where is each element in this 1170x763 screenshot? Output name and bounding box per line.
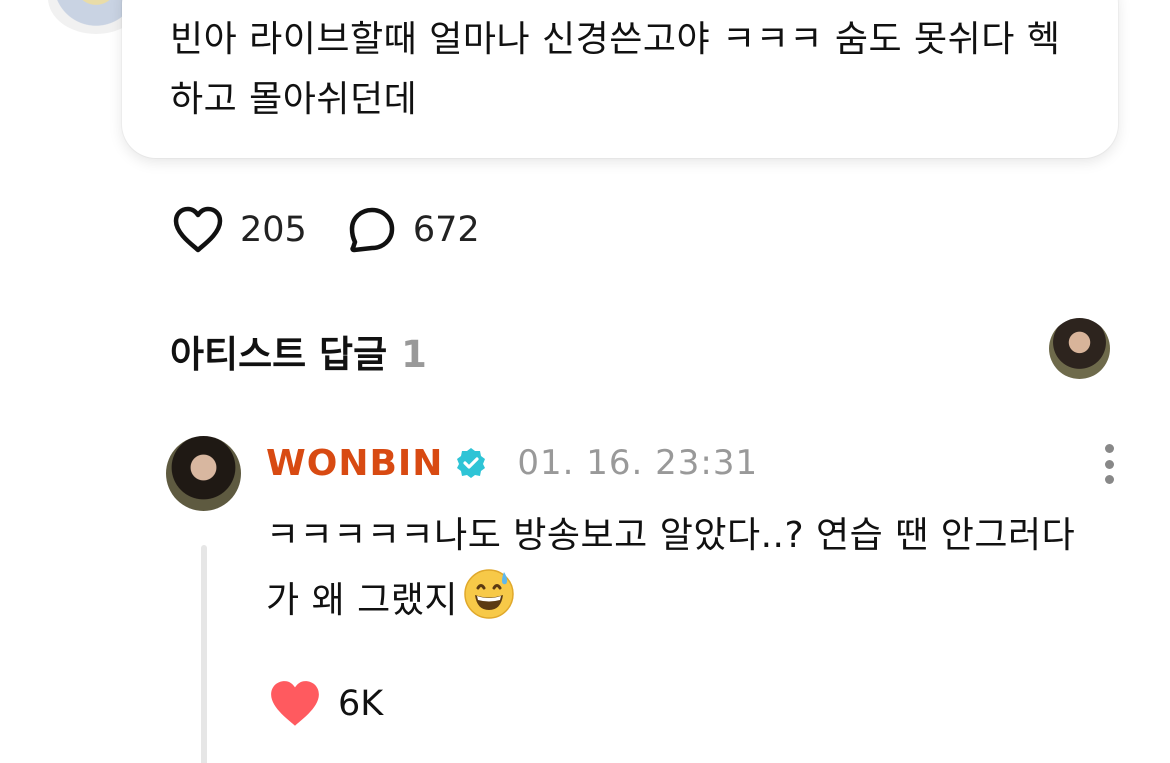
grinning-face-with-sweat-emoji (464, 569, 514, 619)
artist-replies-count: 1 (401, 333, 427, 376)
heart-filled-icon (271, 681, 319, 726)
reply-thread-line (201, 545, 207, 763)
reply-timestamp: 01. 16. 23:31 (517, 443, 759, 483)
reply-text: ㅋㅋㅋㅋㅋ나도 방송보고 알았다..? 연습 땐 안그러다가 왜 그랬지 (266, 506, 1086, 631)
artist-replies-header: 아티스트 답글 1 (170, 324, 427, 378)
artist-avatar[interactable] (1049, 318, 1110, 379)
comment-count: 672 (412, 210, 480, 250)
like-button[interactable]: 205 (172, 206, 307, 254)
comment-text: 빈아 라이브할때 얼마나 신경쓴고야 ㅋㅋㅋ 숨도 못쉬다 헥 하고 몰아쉬던데 (170, 19, 1061, 120)
reply-like-button[interactable]: 6K (268, 676, 383, 732)
reply-author-avatar[interactable] (166, 436, 241, 511)
reply-like-count: 6K (338, 684, 384, 724)
speech-bubble-icon (349, 207, 395, 253)
reply-author-name[interactable]: WONBIN (266, 443, 443, 484)
comment-button[interactable]: 672 (347, 205, 480, 255)
reply-text-body: ㅋㅋㅋㅋㅋ나도 방송보고 알았다..? 연습 땐 안그러다가 왜 그랬지 (266, 515, 1076, 621)
heart-outline-icon (173, 206, 223, 253)
like-count: 205 (240, 210, 307, 250)
artist-replies-title: 아티스트 답글 (170, 333, 388, 376)
kebab-menu-icon[interactable] (1098, 444, 1120, 484)
comment-actions: 205 672 (172, 204, 520, 256)
verified-badge-icon (457, 448, 486, 478)
reply-header: WONBIN 01. 16. 23:31 (266, 440, 758, 486)
